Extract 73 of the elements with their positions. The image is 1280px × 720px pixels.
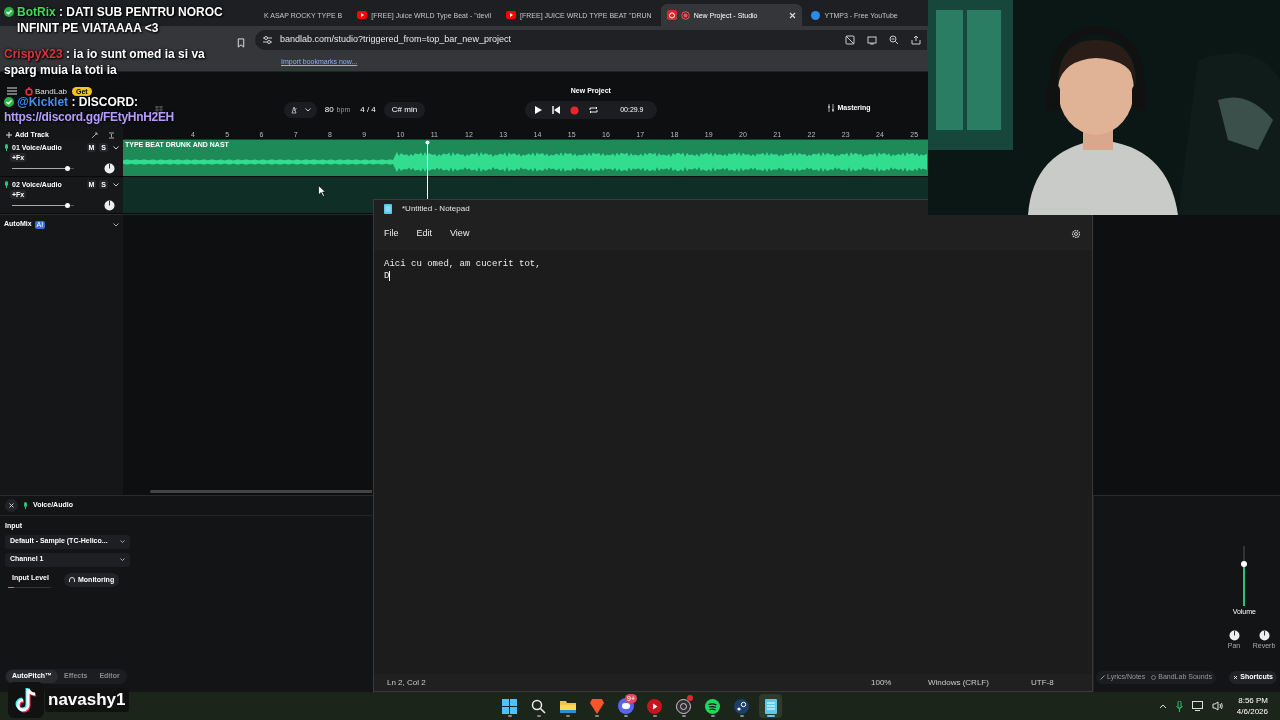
cast-icon[interactable] [867,35,877,45]
caret-icon[interactable] [113,182,119,187]
video-icon [506,11,517,19]
caret-icon[interactable] [113,145,119,150]
video-icon [357,11,368,19]
taskbar-button[interactable] [759,694,782,718]
text-cursor [389,271,391,281]
status-text: Windows (CRLF) [928,676,990,689]
sliders-icon [826,104,835,113]
chat-message: CrispyX23 : ia io sunt omed ia si va sparg muia la toti ia [4,46,206,78]
menu-item[interactable]: File [378,227,405,241]
menu-icon[interactable] [7,87,17,95]
record-icon[interactable] [570,105,580,115]
play-icon[interactable] [534,106,543,114]
bookmark-icon[interactable] [237,38,245,48]
status-text: 100% [871,676,893,689]
chat-link[interactable]: https://discord.gg/FEtyHnH2EH [4,110,174,125]
share-icon[interactable] [911,35,921,45]
status-text: Ln 2, Col 2 [387,676,426,689]
speaker-icon[interactable] [1211,701,1223,711]
text-line: D [384,270,390,282]
status-text: UTF-8 [1031,676,1055,689]
plus-icon [6,132,12,138]
scrollbar[interactable] [150,490,372,493]
caret-icon [304,108,311,112]
zoom-icon[interactable] [889,35,899,45]
caret-icon [120,540,125,543]
close-icon[interactable] [5,499,18,512]
skip-back-icon[interactable] [552,106,561,114]
logo: BandLab [35,86,68,96]
menu-item[interactable]: View [444,227,476,241]
tune-icon[interactable] [263,36,272,44]
chat-message: BotRix : DATI SUB PENTRU NOROC INFINIT PE VIATAAAA <3 [17,4,224,36]
mic-icon [23,502,28,509]
mic-icon [4,144,9,151]
monitor-icon[interactable] [1191,701,1203,711]
knob[interactable] [1228,629,1240,641]
metronome-button[interactable] [283,102,317,118]
mic-icon[interactable] [1175,700,1183,712]
address-bar[interactable]: bandlab.com/studio?triggered_from=top_bar_new_project [255,30,927,50]
recording-dot-icon [687,695,693,701]
clock[interactable]: 8:56 PM 4/6/2026 [1236,695,1268,717]
recording-icon [680,10,690,20]
chevron-up-icon[interactable] [1158,703,1167,709]
caret-icon[interactable] [113,222,119,227]
loop-icon[interactable] [589,106,599,114]
pan-knob[interactable] [104,200,115,211]
mic-icon [4,181,9,188]
metronome-icon [289,106,298,114]
pan-knob[interactable] [104,163,115,174]
fit-icon[interactable] [108,132,115,139]
menu-item[interactable]: Edit [410,227,439,241]
settings-icon[interactable] [1071,229,1081,239]
folder-icon[interactable] [559,699,576,713]
text-line: Aici cu omed, am cucerit tot, [384,258,541,270]
close-icon[interactable] [789,11,797,19]
window-title: *Untitled - Notepad [402,203,470,215]
volume-fader[interactable] [1243,546,1246,606]
command-icon [1233,675,1239,680]
headphones-icon [69,577,75,584]
chat-message: @Kicklet : DISCORD: [17,94,139,110]
username-label: navashy1 [45,688,129,712]
knob[interactable] [1258,629,1270,641]
playhead[interactable] [425,140,430,199]
globe-icon [811,10,821,20]
caret-icon [120,558,125,561]
key-button[interactable]: C# min [383,102,426,118]
eye-slash-icon[interactable] [845,35,855,45]
time-signature[interactable]: 4 / 4 [358,104,378,116]
notepad-icon[interactable] [764,698,777,714]
pen-icon [1100,675,1105,680]
cursor-icon [318,185,326,197]
notepad-icon [384,204,392,214]
